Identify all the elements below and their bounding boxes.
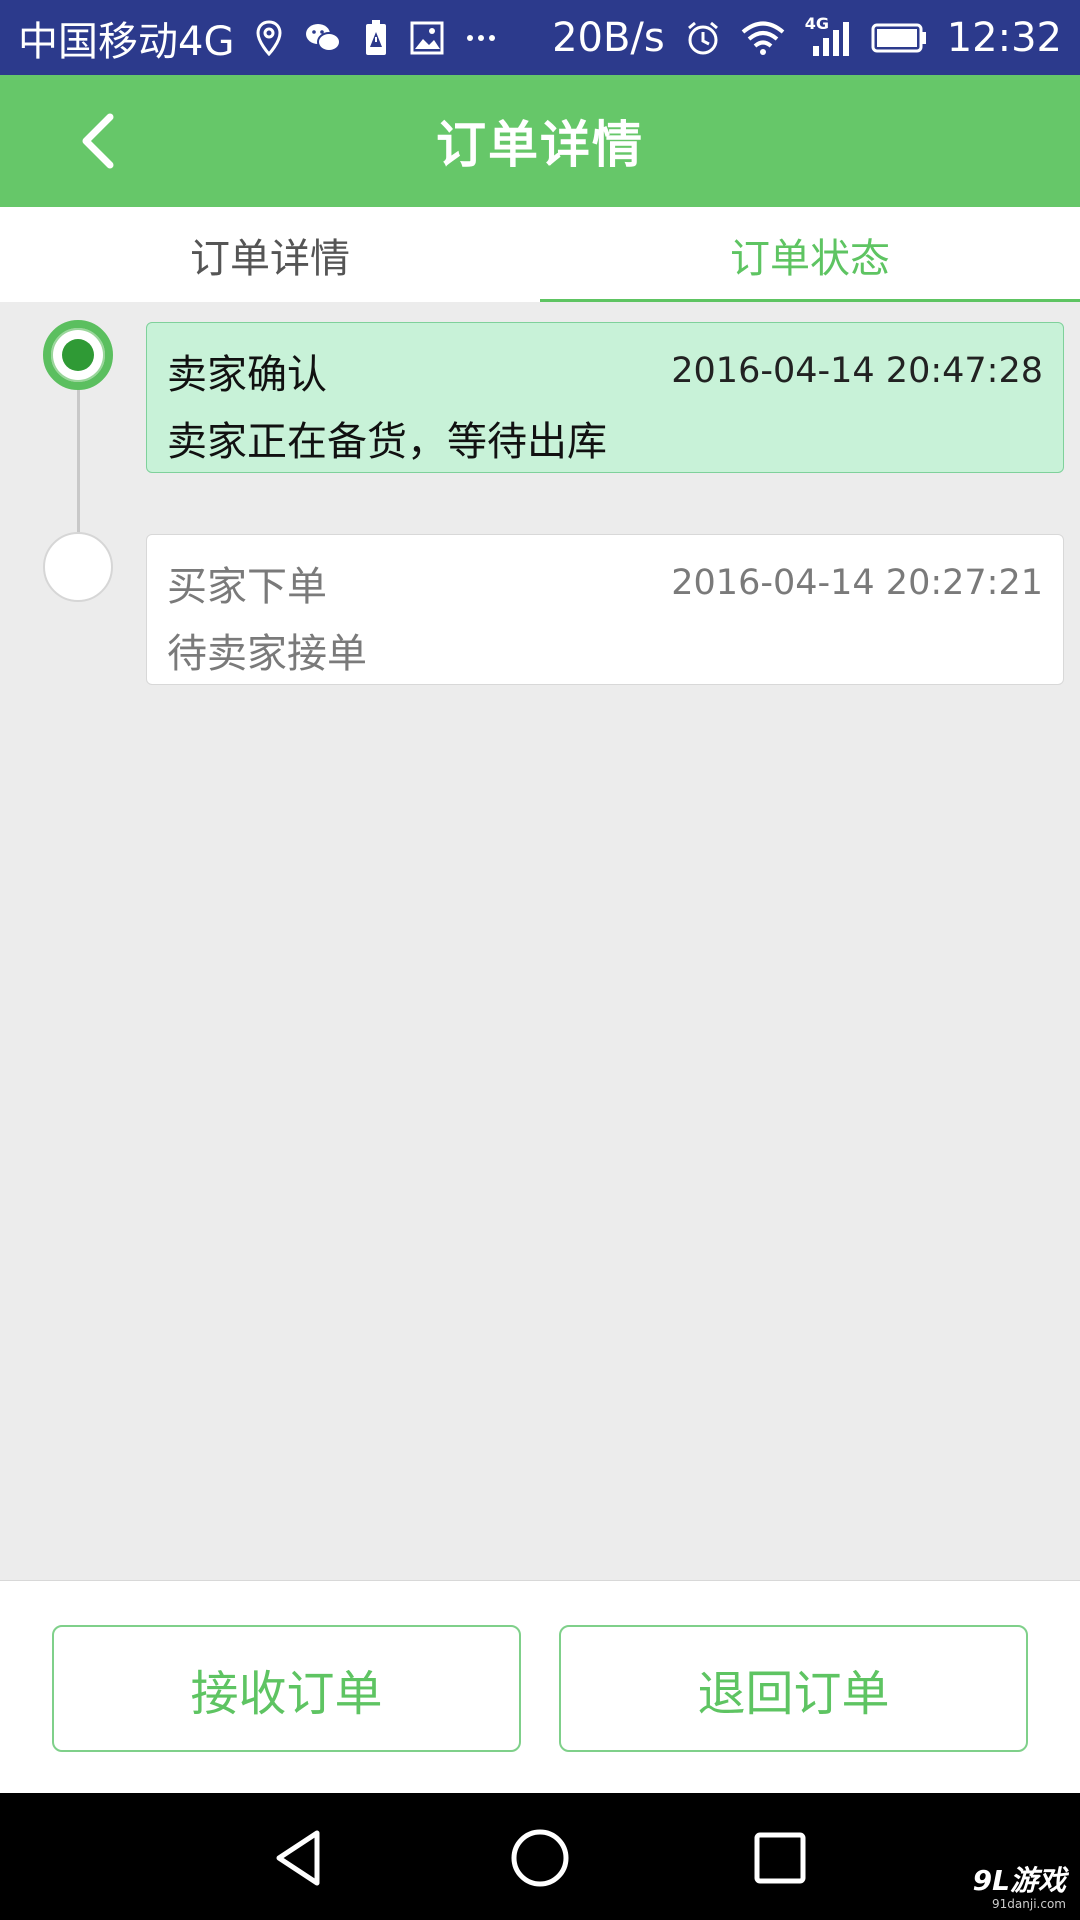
net-badge: 4G: [804, 13, 829, 33]
tab-order-status[interactable]: 订单状态: [540, 207, 1080, 302]
watermark-logo: 9L游戏 91danji.com: [972, 1864, 1066, 1911]
nav-home-icon[interactable]: [505, 1823, 575, 1893]
status-time: 2016-04-14 20:27:21: [671, 563, 1043, 603]
status-description: 待卖家接单: [167, 631, 367, 677]
alarm-icon: [685, 20, 721, 56]
watermark-main: 9L游戏: [972, 1864, 1066, 1897]
status-title: 买家下单: [167, 564, 327, 610]
tab-bar: 订单详情 订单状态: [0, 207, 1080, 302]
status-bar: 中国移动4G 20B/s 4G 12:32: [0, 0, 1080, 75]
app-bar: 订单详情: [0, 75, 1080, 207]
timeline-item: 卖家确认 2016-04-14 20:47:28 卖家正在备货，等待出库: [146, 322, 1064, 473]
location-icon: [256, 19, 282, 56]
battery-alert-icon: [364, 19, 388, 57]
timeline-dot-inactive-icon: [43, 532, 113, 602]
clock: 12:32: [946, 14, 1062, 61]
more-icon: [466, 34, 496, 42]
carrier-label: 中国移动4G: [18, 18, 235, 65]
nav-back-icon[interactable]: [265, 1823, 335, 1893]
system-nav-bar: 9L游戏 91danji.com: [0, 1793, 1080, 1920]
tab-order-details[interactable]: 订单详情: [0, 207, 540, 302]
return-order-button[interactable]: 退回订单: [559, 1625, 1028, 1752]
status-description: 卖家正在备货，等待出库: [167, 419, 607, 465]
wifi-icon: [741, 21, 785, 55]
timeline-item: 买家下单 2016-04-14 20:27:21 待卖家接单: [146, 534, 1064, 685]
wechat-icon: [304, 22, 342, 54]
action-bar: 接收订单 退回订单: [0, 1580, 1080, 1793]
image-icon: [410, 21, 444, 55]
accept-order-button[interactable]: 接收订单: [52, 1625, 521, 1752]
chevron-left-icon[interactable]: [70, 111, 130, 171]
status-title: 卖家确认: [167, 352, 327, 398]
status-time: 2016-04-14 20:47:28: [671, 351, 1043, 391]
watermark-sub: 91danji.com: [992, 1897, 1066, 1911]
battery-icon: [871, 23, 927, 53]
nav-recents-icon[interactable]: [745, 1823, 815, 1893]
signal-icon: 4G: [805, 14, 851, 58]
page-title: 订单详情: [436, 116, 644, 174]
net-speed: 20B/s: [552, 14, 665, 61]
timeline-dot-active-icon: [43, 320, 113, 390]
